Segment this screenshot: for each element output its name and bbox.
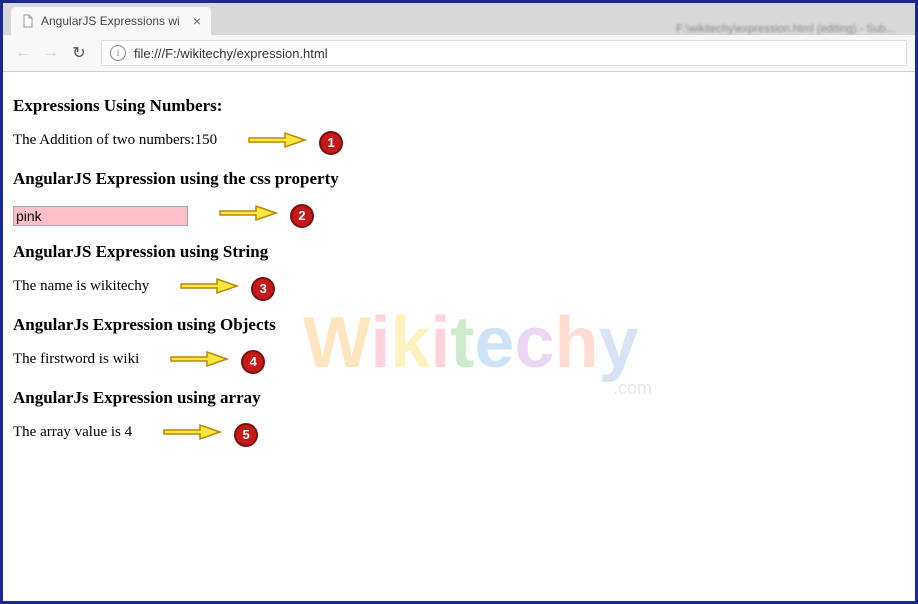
- badge-3: 3: [251, 277, 275, 301]
- info-icon[interactable]: i: [110, 45, 126, 61]
- row-2: 2: [13, 203, 905, 228]
- heading-css: AngularJS Expression using the css prope…: [13, 169, 905, 189]
- close-icon[interactable]: ×: [193, 13, 201, 29]
- arrow-icon: [169, 349, 229, 374]
- row-5: The array value is 4 5: [13, 422, 905, 447]
- heading-array: AngularJs Expression using array: [13, 388, 905, 408]
- text-firstword: The firstword is wiki: [13, 351, 139, 368]
- arrow-icon: [218, 203, 278, 228]
- page-content: Wikitechy .com Expressions Using Numbers…: [3, 72, 915, 463]
- forward-button[interactable]: →: [39, 41, 63, 65]
- badge-2: 2: [290, 204, 314, 228]
- address-bar: ← → ↻ i file:///F:/wikitechy/expression.…: [3, 35, 915, 71]
- back-button[interactable]: ←: [11, 41, 35, 65]
- tab-title: AngularJS Expressions wi: [41, 14, 187, 28]
- reload-button[interactable]: ↻: [67, 41, 91, 65]
- tab-bar-right: F:\wikitechy\expression.html (editing) -…: [211, 23, 915, 35]
- file-icon: [21, 14, 35, 28]
- heading-objects: AngularJs Expression using Objects: [13, 315, 905, 335]
- text-addition: The Addition of two numbers:150: [13, 132, 217, 149]
- row-4: The firstword is wiki 4: [13, 349, 905, 374]
- row-3: The name is wikitechy 3: [13, 276, 905, 301]
- badge-1: 1: [319, 131, 343, 155]
- badge-4: 4: [241, 350, 265, 374]
- pink-input[interactable]: [13, 206, 188, 226]
- url-text: file:///F:/wikitechy/expression.html: [134, 46, 328, 61]
- text-array: The array value is 4: [13, 424, 132, 441]
- text-name: The name is wikitechy: [13, 278, 149, 295]
- heading-string: AngularJS Expression using String: [13, 242, 905, 262]
- arrow-icon: [162, 422, 222, 447]
- browser-chrome: AngularJS Expressions wi × F:\wikitechy\…: [3, 3, 915, 72]
- tab-bar: AngularJS Expressions wi × F:\wikitechy\…: [3, 3, 915, 35]
- arrow-icon: [247, 130, 307, 155]
- heading-numbers: Expressions Using Numbers:: [13, 96, 905, 116]
- arrow-icon: [179, 276, 239, 301]
- row-1: The Addition of two numbers:150 1: [13, 130, 905, 155]
- blurred-caption: F:\wikitechy\expression.html (editing) -…: [676, 23, 895, 35]
- url-box[interactable]: i file:///F:/wikitechy/expression.html: [101, 40, 907, 66]
- badge-5: 5: [234, 423, 258, 447]
- browser-tab[interactable]: AngularJS Expressions wi ×: [11, 7, 211, 35]
